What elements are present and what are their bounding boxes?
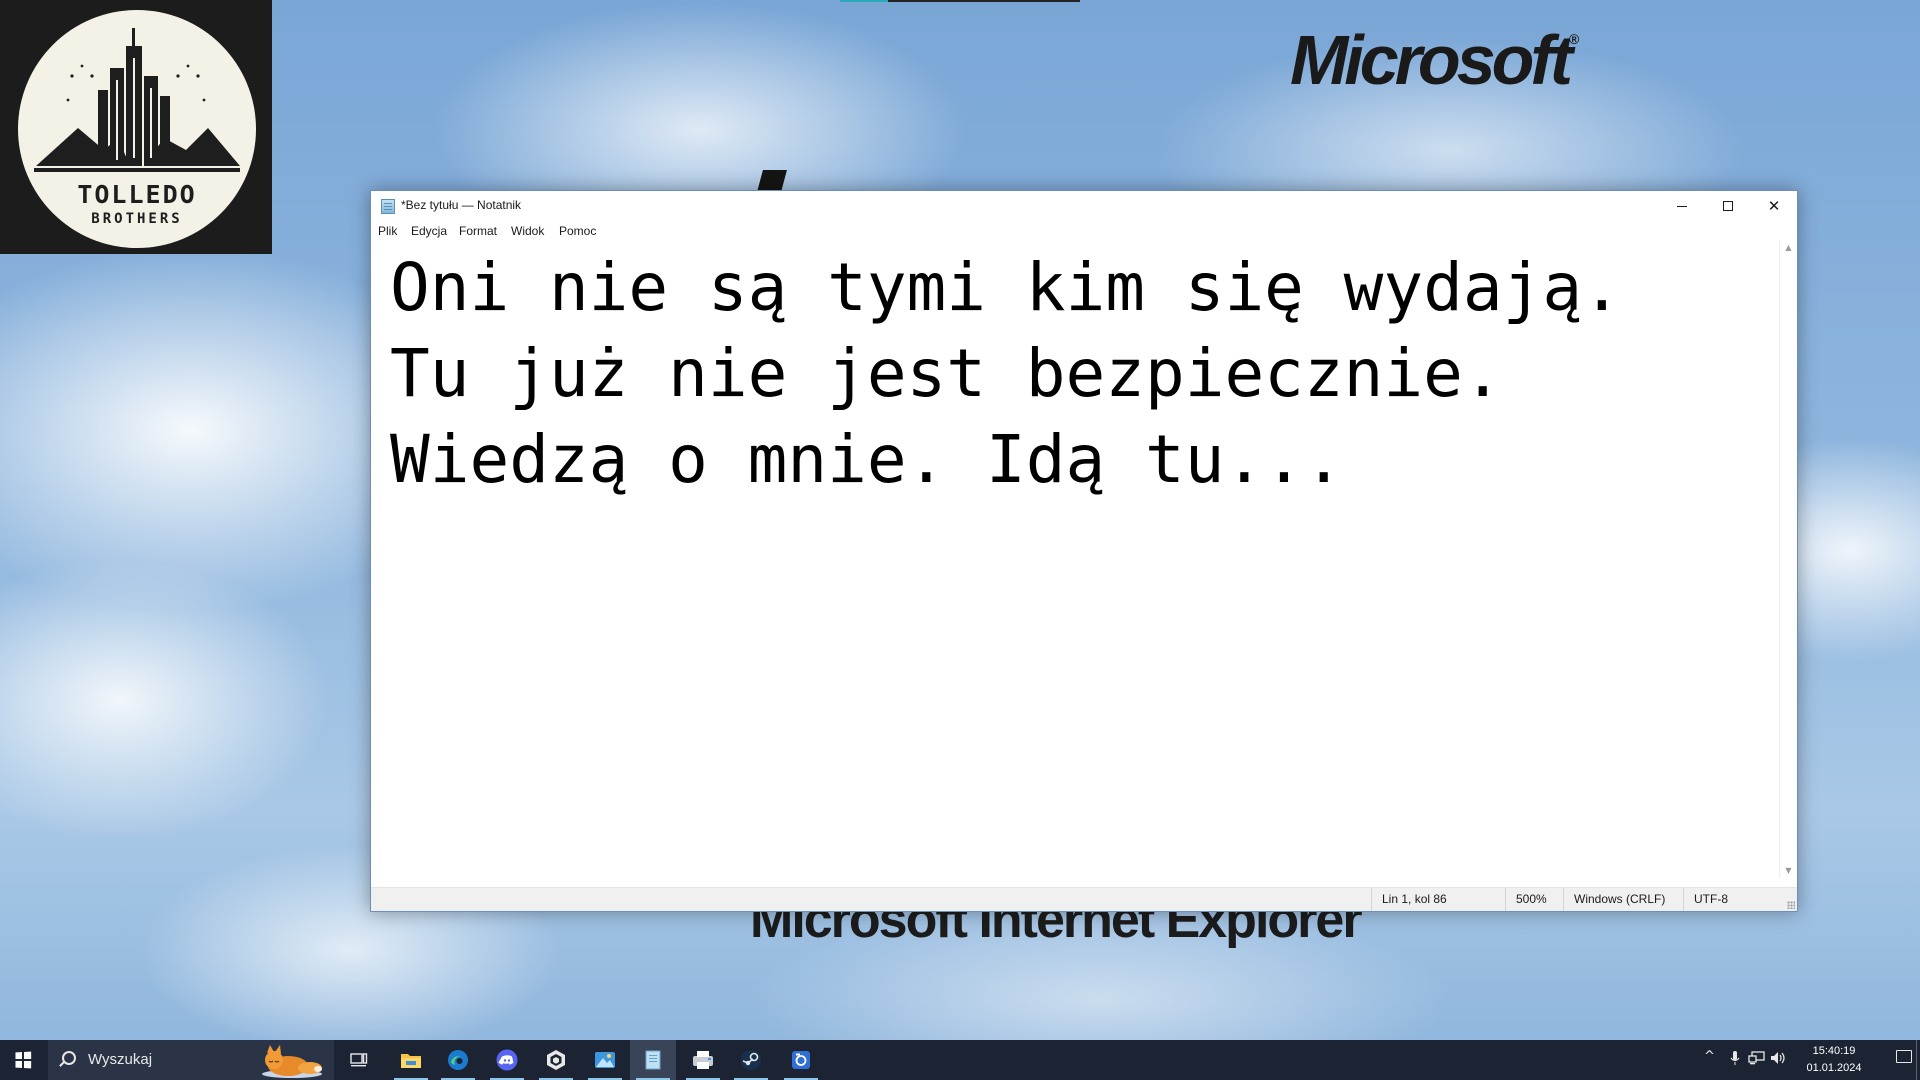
text-line: Tu już nie jest bezpiecznie.: [390, 335, 1503, 412]
search-icon: [62, 1051, 76, 1065]
status-bar: Lin 1, kol 86 500% Windows (CRLF) UTF-8: [371, 887, 1797, 911]
network-icon[interactable]: [1748, 1050, 1766, 1066]
volume-icon[interactable]: [1770, 1050, 1786, 1066]
resize-grip[interactable]: [1787, 901, 1795, 909]
steam-icon: [741, 1050, 761, 1070]
printer-app-icon: [693, 1051, 713, 1069]
status-position: Lin 1, kol 86: [1371, 888, 1502, 911]
taskbar-unity[interactable]: [533, 1040, 579, 1080]
wallpaper-fragment: [757, 170, 787, 192]
status-zoom: 500%: [1505, 888, 1556, 911]
capture-app-icon: [792, 1051, 810, 1069]
status-line-endings: Windows (CRLF): [1563, 888, 1674, 911]
clock[interactable]: 15:40:19 01.01.2024: [1794, 1043, 1874, 1077]
text-editor-area[interactable]: Oni nie są tymi kim się wydają. Tu już ni…: [371, 241, 1779, 878]
show-hidden-icons-chevron-icon[interactable]: ^: [1704, 1049, 1715, 1064]
city-skyline-icon: TOLLEDO BROTHERS: [34, 28, 240, 227]
notification-center-icon[interactable]: [1896, 1050, 1912, 1063]
file-explorer-icon: [401, 1054, 421, 1068]
clock-time: 15:40:19: [1812, 1045, 1856, 1057]
task-view-icon: [350, 1053, 368, 1067]
unity-icon: [547, 1050, 565, 1070]
taskbar-steam[interactable]: [728, 1040, 774, 1080]
editor-text[interactable]: Oni nie są tymi kim się wydają. Tu już ni…: [390, 245, 1622, 503]
minimize-icon: [1677, 205, 1687, 207]
scroll-down-icon[interactable]: ▼: [1780, 864, 1797, 878]
menu-file[interactable]: Plik: [378, 224, 397, 238]
close-button[interactable]: ✕: [1751, 191, 1797, 221]
desktop: TOLLEDO BROTHERS Microsoft® Microsoft In…: [0, 0, 1920, 1080]
title-bar[interactable]: *Bez tytułu — Notatnik ✕: [371, 191, 1797, 221]
window-title: *Bez tytułu — Notatnik: [401, 198, 522, 212]
paint-icon: [595, 1052, 615, 1068]
logo-line1: TOLLEDO: [77, 180, 196, 209]
vertical-scrollbar[interactable]: ▲ ▼: [1779, 241, 1797, 878]
taskbar-discord[interactable]: [484, 1040, 530, 1080]
scroll-up-icon[interactable]: ▲: [1780, 241, 1797, 255]
start-button[interactable]: [0, 1040, 46, 1080]
task-view-button[interactable]: [336, 1040, 382, 1080]
system-tray: ^ 15:40:19 01.01.2024: [1700, 1040, 1920, 1080]
clock-date: 01.01.2024: [1806, 1062, 1862, 1074]
menu-help[interactable]: Pomoc: [559, 224, 596, 238]
search-placeholder: Wyszukaj: [88, 1051, 153, 1068]
taskbar-search[interactable]: Wyszukaj: [48, 1040, 334, 1080]
menu-format[interactable]: Format: [459, 224, 497, 238]
desktop-top-strip: [840, 0, 1080, 2]
close-icon: ✕: [1767, 197, 1781, 215]
minimize-button[interactable]: [1659, 191, 1705, 221]
wallpaper-microsoft-logo: Microsoft®: [1290, 21, 1580, 99]
show-desktop-button[interactable]: [1916, 1040, 1920, 1080]
notepad-app-icon: [381, 199, 395, 214]
taskbar-capture-app[interactable]: [778, 1040, 824, 1080]
edge-icon: [448, 1050, 468, 1070]
maximize-button[interactable]: [1705, 191, 1751, 221]
taskbar: Wyszukaj ^ 15:40:19 01.01.2024: [0, 1040, 1920, 1080]
taskbar-edge[interactable]: [435, 1040, 481, 1080]
logo-line2: BROTHERS: [91, 211, 182, 227]
taskbar-paint[interactable]: [582, 1040, 628, 1080]
logo-circle: TOLLEDO BROTHERS: [18, 10, 256, 248]
notepad-window[interactable]: *Bez tytułu — Notatnik ✕ Plik Edycja For…: [370, 190, 1798, 912]
text-line: Wiedzą o mnie. Idą tu...: [390, 421, 1344, 498]
taskbar-printer-app[interactable]: [680, 1040, 726, 1080]
text-line: Oni nie są tymi kim się wydają.: [390, 249, 1622, 326]
notepad-icon: [645, 1050, 661, 1070]
discord-icon: [496, 1049, 518, 1071]
windows-icon: [15, 1051, 32, 1069]
menu-bar: Plik Edycja Format Widok Pomoc: [371, 221, 1797, 241]
status-encoding: UTF-8: [1683, 888, 1774, 911]
search-highlight-fox-icon: [262, 1045, 322, 1078]
taskbar-file-explorer[interactable]: [388, 1040, 434, 1080]
microphone-icon[interactable]: [1730, 1050, 1740, 1066]
menu-view[interactable]: Widok: [511, 224, 544, 238]
maximize-icon: [1723, 201, 1733, 211]
taskbar-notepad[interactable]: [630, 1040, 676, 1080]
tolledo-brothers-logo: TOLLEDO BROTHERS: [0, 0, 272, 254]
menu-edit[interactable]: Edycja: [411, 224, 447, 238]
